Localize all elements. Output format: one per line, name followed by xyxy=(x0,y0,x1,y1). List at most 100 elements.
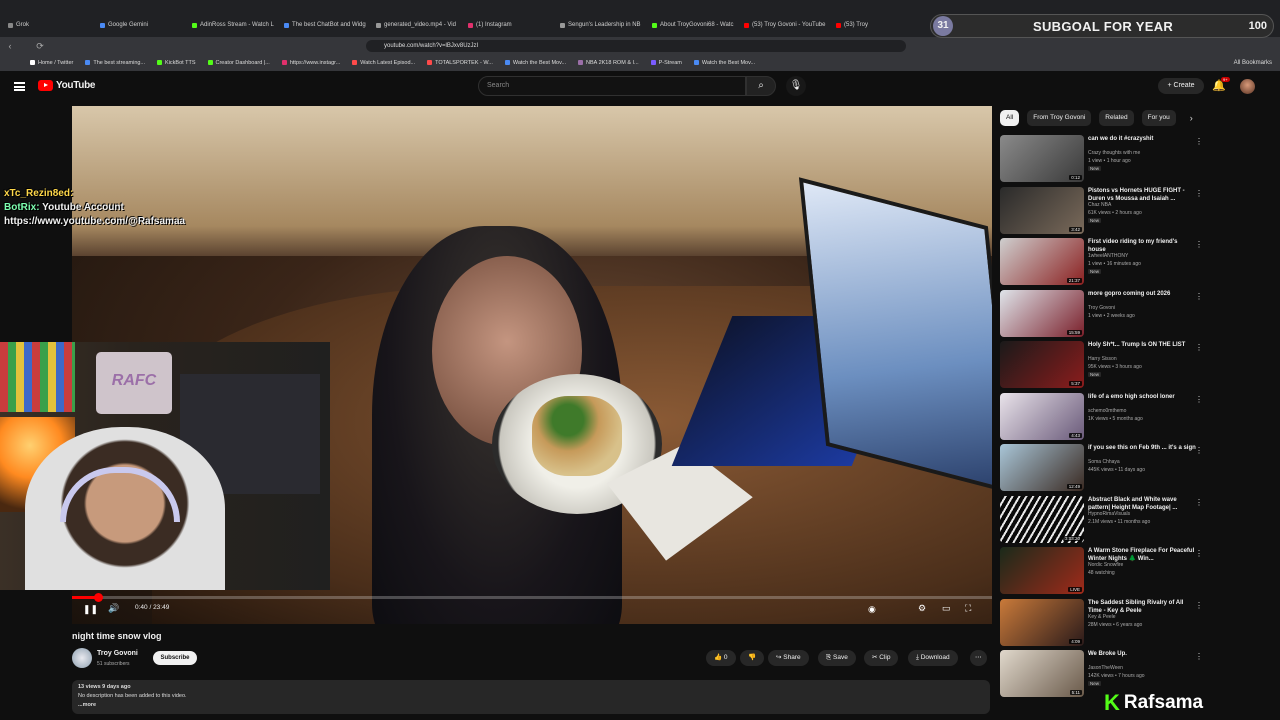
recommended-title[interactable]: A Warm Stone Fireplace For Peaceful Wint… xyxy=(1088,547,1196,563)
video-thumbnail[interactable]: 12:49 xyxy=(1000,444,1084,491)
recommended-video[interactable]: 0:12 can we do it #crazyshit Crazy thought… xyxy=(1000,135,1270,186)
hamburger-menu-icon[interactable] xyxy=(14,82,25,91)
bookmark-item[interactable]: Watch the Best Mov... xyxy=(693,55,755,71)
video-thumbnail[interactable]: 15:59 xyxy=(1000,289,1084,337)
video-thumbnail[interactable]: 4:43 xyxy=(1000,392,1084,440)
browser-tab[interactable]: (53) Troy Govoni - YouTube xyxy=(740,17,830,34)
recommended-channel[interactable]: Troy Govoni xyxy=(1088,305,1115,311)
video-thumbnail[interactable]: LIVE xyxy=(1000,547,1084,594)
video-thumbnail[interactable]: 4:09 xyxy=(1000,598,1084,646)
recommended-video[interactable]: 4:09 The Saddest Sibling Rivalry of All T… xyxy=(1000,598,1270,650)
video-progress-bar[interactable] xyxy=(72,593,992,602)
bookmark-item[interactable]: Watch Latest Episod... xyxy=(352,55,415,71)
recommended-channel[interactable]: HypnoRimaVisuals xyxy=(1088,511,1130,517)
recommended-title[interactable]: if you see this on Feb 9th ... it's a si… xyxy=(1088,444,1196,452)
video-scrubber-handle[interactable] xyxy=(93,593,103,602)
video-thumbnail[interactable]: 3:42 xyxy=(1000,186,1084,234)
pause-icon[interactable]: ❚❚ xyxy=(83,604,98,615)
recommended-channel[interactable]: Soma Chhaya xyxy=(1088,459,1120,465)
download-button[interactable]: ⤓ Download xyxy=(908,650,958,666)
channel-name[interactable]: Troy Govoni xyxy=(97,650,138,657)
filter-chip[interactable]: From Troy Govoni xyxy=(1027,110,1092,126)
video-thumbnail[interactable]: 21:37 xyxy=(1000,238,1084,285)
autoplay-toggle-icon[interactable]: ◉ xyxy=(868,604,876,615)
recommended-video[interactable]: 3:03:20 Abstract Black and White wave pat… xyxy=(1000,495,1270,547)
all-bookmarks-button[interactable]: All Bookmarks xyxy=(1234,55,1272,71)
bookmark-item[interactable]: The best streaming... xyxy=(85,55,145,71)
youtube-logo[interactable]: YouTube xyxy=(38,80,96,91)
recommended-channel[interactable]: Nordic Snowfire xyxy=(1088,562,1123,568)
recommended-video[interactable]: 21:37 First video riding to my friend's h… xyxy=(1000,238,1270,289)
bookmark-item[interactable]: P-Stream xyxy=(650,55,682,71)
recommended-channel[interactable]: Crazy thoughts with me xyxy=(1088,150,1140,156)
video-thumbnail[interactable]: 0:12 xyxy=(1000,135,1084,182)
kebab-menu-icon[interactable]: ⋮ xyxy=(1195,498,1203,507)
description-box[interactable]: 13 views 9 days ago No description has b… xyxy=(72,680,990,714)
filter-chip[interactable]: All xyxy=(1000,110,1020,126)
kebab-menu-icon[interactable]: ⋮ xyxy=(1195,549,1203,558)
recommended-title[interactable]: Abstract Black and White wave pattern| H… xyxy=(1088,496,1196,512)
account-avatar[interactable] xyxy=(1240,79,1255,94)
browser-tab[interactable]: Google Gemini xyxy=(96,17,186,34)
recommended-title[interactable]: more gopro coming out 2026 xyxy=(1088,290,1196,298)
recommended-title[interactable]: First video riding to my friend's house xyxy=(1088,238,1196,254)
recommended-title[interactable]: Holy Sh*t... Trump Is ON THE LIST xyxy=(1088,341,1196,349)
bookmark-item[interactable]: Home / Twitter xyxy=(30,55,73,71)
kebab-menu-icon[interactable]: ⋮ xyxy=(1195,240,1203,249)
video-thumbnail[interactable]: 5:11 xyxy=(1000,650,1084,697)
fullscreen-icon[interactable]: ⛶ xyxy=(965,603,971,614)
more-actions-icon[interactable]: ⋯ xyxy=(970,650,987,666)
filter-chip[interactable]: For you xyxy=(1141,110,1176,126)
recommended-video[interactable]: 12:49 if you see this on Feb 9th ... it's… xyxy=(1000,444,1270,495)
share-button[interactable]: ↪ Share xyxy=(768,650,809,666)
recommended-title[interactable]: can we do it #crazyshit xyxy=(1088,135,1196,143)
recommended-channel[interactable]: Harry Sisson xyxy=(1088,356,1117,362)
browser-tab[interactable]: The best ChatBot and Widg xyxy=(280,17,370,34)
bookmark-item[interactable]: Creator Dashboard |... xyxy=(207,55,270,71)
recommended-channel[interactable]: JasonTheWeen xyxy=(1088,665,1123,671)
kebab-menu-icon[interactable]: ⋮ xyxy=(1195,652,1203,661)
recommended-video[interactable]: 5:37 Holy Sh*t... Trump Is ON THE LIST Har… xyxy=(1000,341,1270,392)
recommended-video[interactable]: LIVE A Warm Stone Fireplace For Peaceful … xyxy=(1000,547,1270,598)
kebab-menu-icon[interactable]: ⋮ xyxy=(1195,343,1203,352)
kebab-menu-icon[interactable]: ⋮ xyxy=(1195,601,1203,610)
kebab-menu-icon[interactable]: ⋮ xyxy=(1195,137,1203,146)
save-button[interactable]: ⎘ Save xyxy=(818,650,856,666)
recommended-channel[interactable]: Key & Peele xyxy=(1088,614,1116,620)
channel-avatar[interactable] xyxy=(72,648,92,668)
browser-tab[interactable]: AdinRoss Stream - Watch L xyxy=(188,17,278,34)
kebab-menu-icon[interactable]: ⋮ xyxy=(1195,446,1203,455)
clip-button[interactable]: ✂ Clip xyxy=(864,650,899,666)
bookmark-item[interactable]: NBA 2K18 ROM & I... xyxy=(578,55,639,71)
volume-icon[interactable]: 🔊 xyxy=(108,603,119,614)
create-button[interactable]: + Create xyxy=(1158,78,1204,94)
recommended-title[interactable]: The Saddest Sibling Rivalry of All Time … xyxy=(1088,599,1196,615)
browser-tab[interactable]: Grok xyxy=(4,17,94,34)
video-thumbnail[interactable]: 3:03:20 xyxy=(1000,495,1084,543)
recommended-channel[interactable]: 1wheelANTHONY xyxy=(1088,253,1128,259)
show-more-link[interactable]: ...more xyxy=(78,701,984,710)
recommended-title[interactable]: life of a emo high school loner xyxy=(1088,393,1196,401)
search-icon[interactable]: ⌕ xyxy=(746,76,776,96)
subscribe-button[interactable]: Subscribe xyxy=(153,651,197,665)
like-button[interactable]: 👍 0 xyxy=(706,650,736,666)
recommended-channel[interactable]: schemo0mthemo xyxy=(1088,408,1126,414)
recommended-video[interactable]: 4:43 life of a emo high school loner schem… xyxy=(1000,392,1270,444)
url-input[interactable]: youtube.com/watch?v=lBJxv8UzJzI xyxy=(366,40,906,52)
search-input[interactable]: Search xyxy=(478,76,746,96)
reload-icon[interactable]: ⟳ xyxy=(34,40,46,52)
bookmark-item[interactable]: KickBot TTS xyxy=(157,55,196,71)
kebab-menu-icon[interactable]: ⋮ xyxy=(1195,395,1203,404)
browser-tab[interactable]: (53) Troy xyxy=(832,17,872,34)
kebab-menu-icon[interactable]: ⋮ xyxy=(1195,292,1203,301)
dislike-button[interactable]: 👎 xyxy=(740,650,765,666)
settings-gear-icon[interactable]: ⚙ xyxy=(918,603,926,614)
bookmark-item[interactable]: https://www.instagr... xyxy=(281,55,340,71)
browser-tab[interactable]: Sengun's Leadership in NB xyxy=(556,17,646,34)
filter-chip[interactable]: Related xyxy=(1099,110,1134,126)
browser-tab[interactable]: generated_video.mp4 - Vid xyxy=(372,17,462,34)
recommended-video[interactable]: 3:42 Pistons vs Hornets HUGE FIGHT - Dure… xyxy=(1000,186,1270,238)
recommended-channel[interactable]: Chaz NBA xyxy=(1088,202,1111,208)
recommended-video[interactable]: 15:59 more gopro coming out 2026 Troy Govo… xyxy=(1000,289,1270,341)
microphone-icon[interactable]: 🎙 xyxy=(786,76,806,96)
